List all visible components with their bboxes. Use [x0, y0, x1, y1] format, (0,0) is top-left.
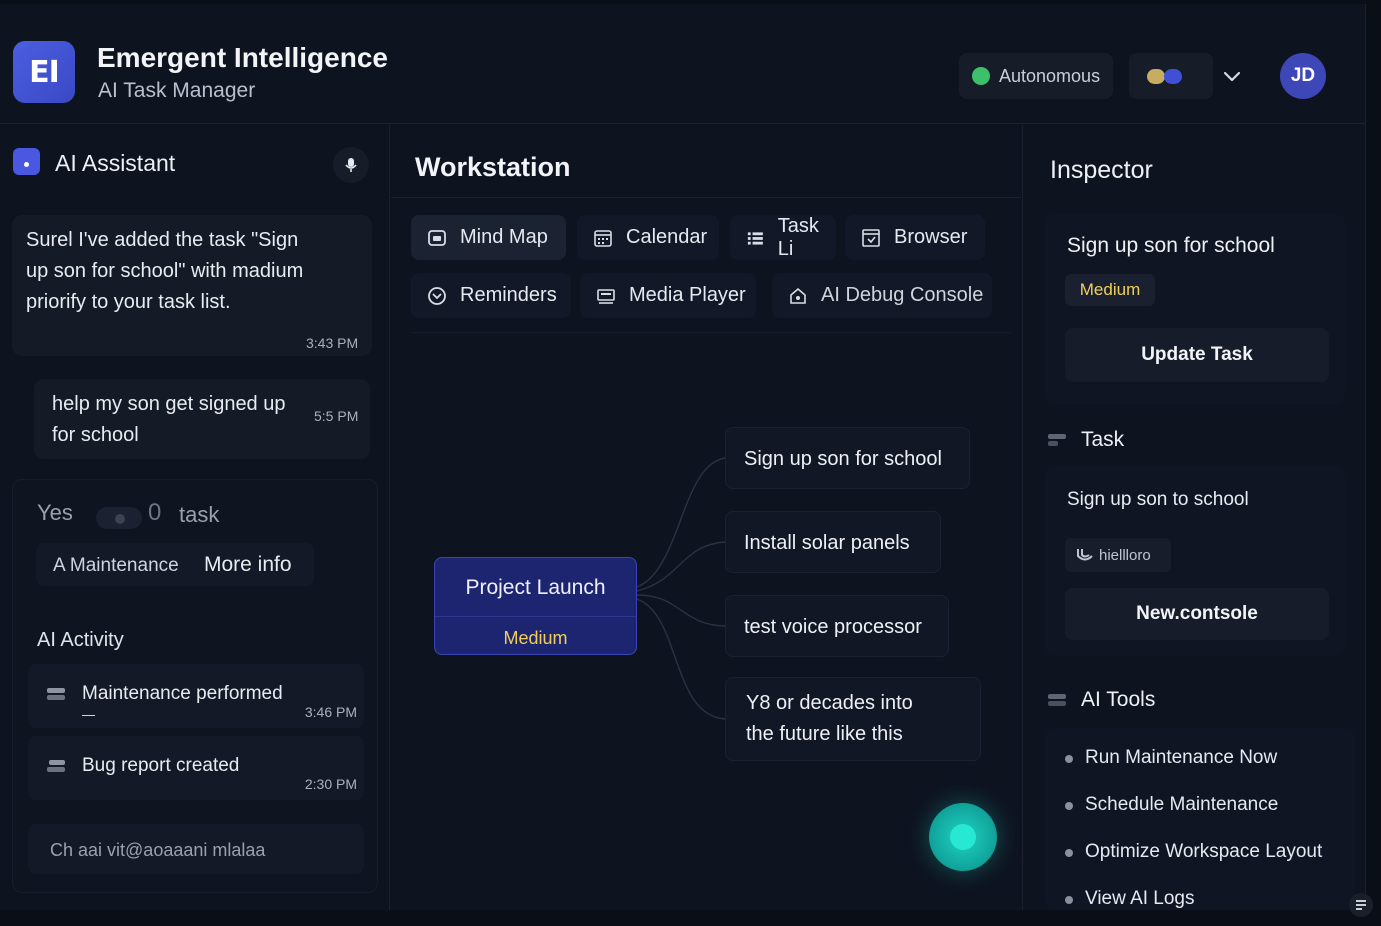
app-subtitle: AI Task Manager [98, 79, 256, 102]
inspector-task-card: Sign up son for school Medium Update Tas… [1045, 214, 1345, 404]
new-console-button[interactable]: New.contsole [1065, 588, 1329, 640]
activity-item[interactable]: Ch aai vit@aoaaani mlalaa [28, 824, 364, 874]
inspector-task-name: Sign up son for school [1067, 234, 1275, 257]
toggle-dot-icon [1147, 69, 1165, 84]
inspector-panel: Inspector Sign up son for school Medium … [1022, 125, 1366, 910]
bullet-icon [1065, 802, 1073, 810]
inspector-title: Inspector [1050, 156, 1153, 184]
assistant-panel: AI Assistant Surel I've added the task "… [0, 125, 390, 910]
node-title: Sign up son for school [744, 448, 942, 470]
update-task-button[interactable]: Update Task [1065, 328, 1329, 382]
node-title: Install solar panels [744, 532, 910, 554]
mode-status-button[interactable]: Autonomous [959, 53, 1113, 99]
task-icon [1048, 434, 1066, 446]
task-section-title: Task [1081, 428, 1125, 451]
theme-toggle[interactable] [1129, 53, 1213, 99]
assistant-actions-card: Yes 0 task A Maintenance More info AI Ac… [12, 479, 378, 893]
divider [435, 616, 636, 617]
mind-map-child-node[interactable]: test voice processor [725, 595, 949, 657]
node-title: test voice processor [744, 616, 922, 638]
underline-mark [82, 715, 95, 716]
tool-label: View AI Logs [1085, 888, 1195, 909]
app-window: EI Emergent Intelligence AI Task Manager… [0, 4, 1366, 910]
message-text: Surel I've added the task "Sign up son f… [26, 229, 304, 313]
chevron-down-icon[interactable] [1221, 66, 1243, 88]
activity-item[interactable]: Maintenance performed 3:46 PM [28, 664, 364, 728]
microphone-button[interactable] [333, 147, 369, 183]
assistant-title: AI Assistant [55, 150, 176, 176]
status-dot-icon [972, 67, 990, 85]
activity-item[interactable]: Bug report created 2:30 PM [28, 736, 364, 800]
app-logo: EI [13, 41, 75, 103]
server-icon [47, 688, 65, 700]
task-detail-card: Sign up son to school hiellloro New.cont… [1045, 466, 1345, 656]
node-title: Project Launch [465, 576, 606, 599]
mind-map-child-node[interactable]: Install solar panels [725, 511, 941, 573]
activity-text: Maintenance performed [82, 683, 283, 704]
mind-map-child-node[interactable]: Sign up son for school [725, 427, 970, 489]
yes-label: Yes [37, 500, 73, 525]
tool-label: Optimize Workspace Layout [1085, 841, 1323, 862]
user-message: help my son get signed up for school 5:5… [34, 379, 370, 459]
ai-tools-list: Run Maintenance Now Schedule Maintenance… [1045, 728, 1355, 910]
activity-text: Ch aai vit@aoaaani mlalaa [50, 840, 266, 860]
tool-run-maintenance[interactable]: Run Maintenance Now [1065, 747, 1278, 769]
more-info-link[interactable]: More info [204, 553, 292, 577]
priority-badge: Medium [1065, 274, 1155, 306]
app-title: Emergent Intelligence [97, 42, 388, 73]
tool-optimize-layout[interactable]: Optimize Workspace Layout [1065, 841, 1323, 863]
tool-label: Schedule Maintenance [1085, 794, 1279, 815]
server-icon [47, 760, 65, 772]
mind-map-child-node[interactable]: Y8 or decades into the future like this [725, 677, 981, 761]
mode-label: Autonomous [999, 65, 1101, 86]
node-title: Y8 or decades into the future like this [746, 692, 913, 745]
menu-icon [1356, 900, 1366, 910]
maintenance-row[interactable]: A Maintenance More info [36, 543, 314, 586]
tag-chip-label: hiellloro [1099, 546, 1151, 564]
message-text: help my son get signed up for school [52, 393, 286, 446]
bullet-icon [1065, 755, 1073, 763]
user-avatar[interactable]: JD [1280, 53, 1326, 99]
activity-time: 2:30 PM [304, 776, 357, 792]
mind-map-root-node[interactable]: Project Launch Medium [434, 557, 637, 655]
tool-schedule-maintenance[interactable]: Schedule Maintenance [1065, 794, 1279, 816]
bullet-icon [1065, 896, 1073, 904]
assistant-message: Surel I've added the task "Sign up son f… [12, 215, 372, 356]
workstation-panel: Workstation Mind Map Calendar Task Li Br… [391, 125, 1021, 910]
tool-view-logs[interactable]: View AI Logs [1065, 888, 1195, 910]
tag-chip[interactable]: hiellloro [1065, 538, 1171, 572]
yes-toggle[interactable] [96, 507, 142, 529]
message-time: 3:43 PM [306, 335, 359, 351]
toggle-dot-icon [1164, 69, 1182, 84]
task-count: 0 [148, 499, 162, 526]
node-priority: Medium [503, 628, 568, 648]
task-count-label: task [179, 502, 220, 527]
header: EI Emergent Intelligence AI Task Manager… [0, 4, 1366, 124]
message-time: 5:5 PM [314, 408, 359, 424]
maintenance-label: A Maintenance [53, 555, 179, 576]
bullet-icon [1065, 849, 1073, 857]
tools-icon [1048, 694, 1066, 706]
corner-menu-icon[interactable] [1349, 893, 1373, 917]
task-card-title: Sign up son to school [1067, 489, 1249, 510]
tool-label: Run Maintenance Now [1085, 747, 1278, 768]
assistant-icon [13, 148, 40, 175]
microphone-icon [345, 158, 357, 172]
tools-section-title: AI Tools [1081, 688, 1156, 711]
activity-time: 3:46 PM [304, 704, 357, 720]
refresh-icon [1077, 549, 1093, 561]
activity-title: AI Activity [37, 629, 124, 651]
activity-text: Bug report created [82, 755, 240, 776]
voice-action-button[interactable] [929, 803, 997, 871]
